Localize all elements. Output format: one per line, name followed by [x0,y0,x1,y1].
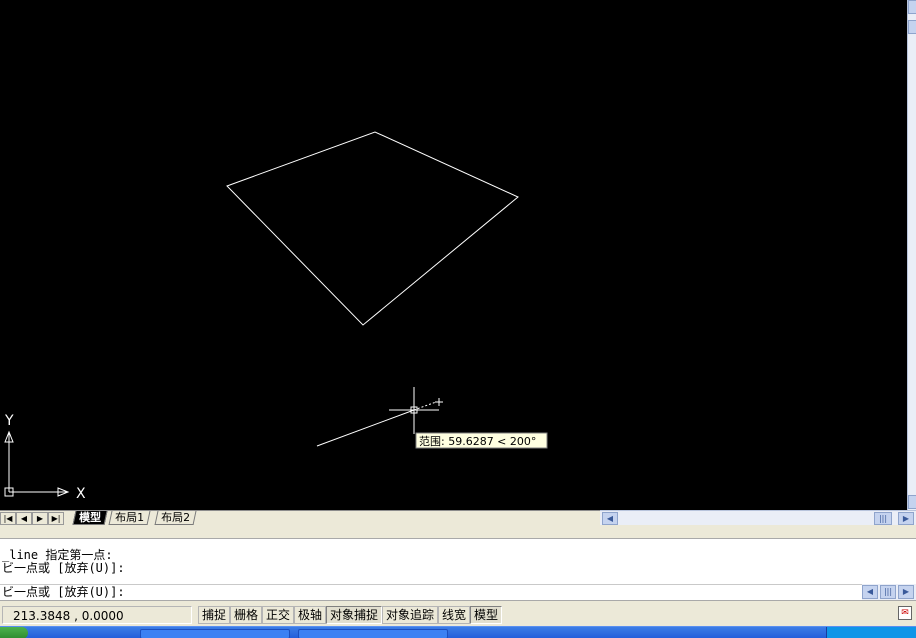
arrow-left-icon[interactable]: ◀ [862,585,878,599]
tracking-marker-icon [435,398,443,406]
model-toggle[interactable]: 模型 [470,606,503,624]
taskbar-item[interactable] [140,629,290,638]
communication-center-icon[interactable]: ✉ [898,606,912,620]
status-bar: 213.3848 , 0.0000 捕捉 栅格 正交 极轴 对象捕捉 对象追踪 … [0,600,916,626]
system-tray [826,627,916,638]
layout-tab-bar: |◀ ◀ ▶ ▶| 模型 布局1 布局2 [0,510,600,525]
tab-model[interactable]: 模型 [72,511,108,525]
ucs-x-label: X [76,486,86,502]
ortho-toggle[interactable]: 正交 [262,606,295,624]
arrow-down-icon[interactable] [908,495,916,509]
arrow-right-icon[interactable]: ▶ [898,512,914,525]
grid-toggle[interactable]: 栅格 [230,606,263,624]
command-history: _line 指定第一点: ビ一点或 [放弃(U)]: [0,539,916,584]
scroll-thumb[interactable]: ||| [880,585,896,599]
polyline-entity[interactable] [226,131,519,326]
history-line: _line 指定第一点: [2,548,113,562]
polar-toggle[interactable]: 极轴 [294,606,327,624]
arrow-left-icon[interactable]: ◀ [602,512,618,525]
tab-layout1[interactable]: 布局1 [108,511,151,525]
horizontal-scrollbar[interactable]: ◀ ||| ▶ [600,510,916,525]
command-scrollbar[interactable]: ◀ ||| ▶ [862,584,916,600]
next-icon[interactable]: ▶ [32,512,48,525]
tab-layout2[interactable]: 布局2 [154,511,197,525]
arrow-right-icon[interactable]: ▶ [898,585,914,599]
windows-taskbar [0,626,916,638]
dynamic-input-tooltip: 范围: 59.6287 < 200° [415,432,548,449]
coordinate-readout[interactable]: 213.3848 , 0.0000 [2,606,192,624]
scroll-thumb[interactable]: ||| [874,512,892,525]
panel-separator [0,525,916,539]
lineweight-toggle[interactable]: 线宽 [438,606,471,624]
drawing-area[interactable]: Y X 范围: 59.6287 < 200° [0,0,907,510]
tooltip-text: 范围: 59.6287 < 200° [419,434,536,448]
vertical-scrollbar[interactable] [907,0,916,510]
drawing-svg: Y X 范围: 59.6287 < 200° [4,131,548,502]
ucs-icon: Y X [4,413,86,502]
crosshair-cursor [389,387,439,434]
rubberband-line [316,409,415,447]
ucs-y-label: Y [4,413,14,429]
scroll-thumb[interactable] [908,20,916,34]
taskbar-item[interactable] [298,629,448,638]
start-button[interactable] [0,627,28,638]
prev-icon[interactable]: ◀ [16,512,32,525]
arrow-up-icon[interactable] [908,0,916,14]
last-icon[interactable]: ▶| [48,512,64,525]
first-icon[interactable]: |◀ [0,512,16,525]
snap-toggle[interactable]: 捕捉 [198,606,231,624]
command-line-input[interactable]: ビ一点或 [放弃(U)]: [0,584,862,600]
history-line: ビ一点或 [放弃(U)]: [2,561,125,575]
osnap-toggle[interactable]: 对象捕捉 [326,606,383,624]
otrack-toggle[interactable]: 对象追踪 [382,606,439,624]
